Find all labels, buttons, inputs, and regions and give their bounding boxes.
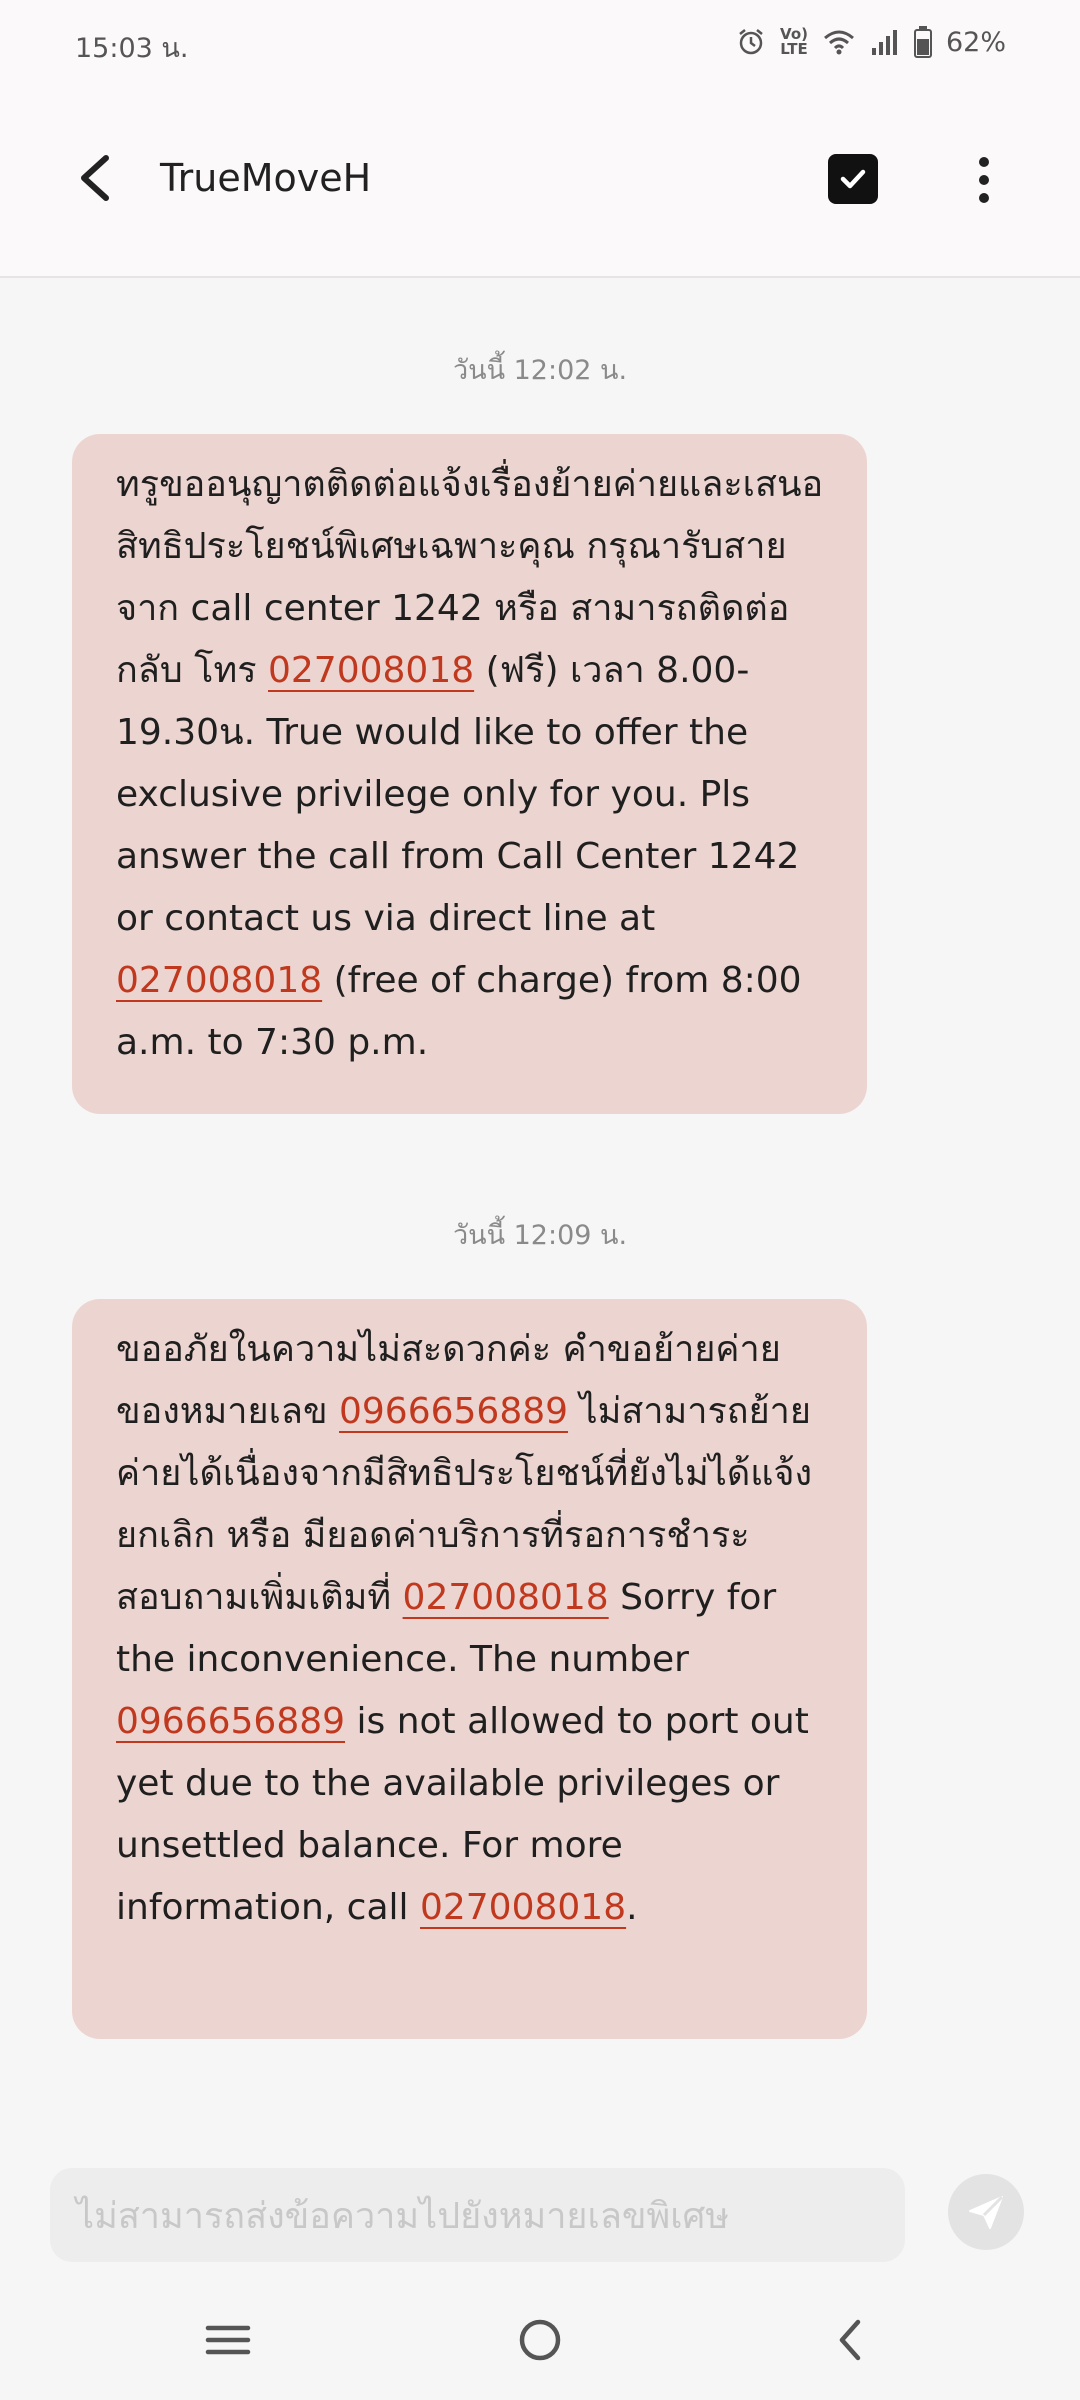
- phone-link[interactable]: 0966656889: [116, 1701, 345, 1742]
- home-icon: [519, 2319, 561, 2361]
- message-text-segment: .: [626, 1887, 638, 1928]
- send-button[interactable]: [948, 2174, 1024, 2250]
- phone-link[interactable]: 0966656889: [339, 1391, 568, 1432]
- nav-back-button[interactable]: [824, 2312, 880, 2368]
- send-icon: [969, 2195, 1004, 2229]
- phone-link[interactable]: 027008018: [403, 1577, 609, 1618]
- signal-icon: [870, 28, 900, 56]
- conversation-header: TrueMoveH: [0, 88, 1080, 278]
- message-input[interactable]: ไม่สามารถส่งข้อความไปยังหมายเลขพิเศษ: [50, 2168, 905, 2262]
- checkbox-icon: [840, 169, 866, 189]
- status-icons: Vo) LTE 62%: [736, 22, 1006, 62]
- composer: ไม่สามารถส่งข้อความไปยังหมายเลขพิเศษ: [0, 2152, 1080, 2276]
- recent-apps-button[interactable]: [200, 2312, 256, 2368]
- select-button[interactable]: [828, 154, 878, 204]
- messaging-screen: 15:03 น. Vo) LTE 62% TrueMoveH วันนี้ 12…: [0, 0, 1080, 2400]
- contact-name: TrueMoveH: [160, 156, 372, 200]
- phone-link[interactable]: 027008018: [268, 650, 474, 691]
- volte-icon: Vo) LTE: [780, 27, 808, 57]
- message-timestamp: วันนี้ 12:09 น.: [452, 1220, 628, 1251]
- alarm-icon: [736, 27, 766, 57]
- phone-link[interactable]: 027008018: [116, 960, 322, 1001]
- home-button[interactable]: [512, 2312, 568, 2368]
- back-button[interactable]: [70, 150, 126, 206]
- wifi-icon: [822, 28, 856, 56]
- back-arrow-icon: [81, 155, 109, 201]
- recent-apps-icon: [205, 2325, 251, 2355]
- phone-link[interactable]: 027008018: [420, 1887, 626, 1928]
- message-text-segment: (ฟรี) เวลา 8.00-19.30น. True would like …: [116, 650, 800, 939]
- more-options-button[interactable]: [960, 154, 1008, 206]
- message-bubble[interactable]: ทรูขออนุญาตติดต่อแจ้งเรื่องย้ายค่ายและเส…: [72, 434, 867, 1114]
- message-timestamp: วันนี้ 12:02 น.: [452, 355, 628, 386]
- back-icon: [839, 2319, 861, 2361]
- battery-icon: [913, 26, 932, 58]
- message-text: ทรูขออนุญาตติดต่อแจ้งเรื่องย้ายค่ายและเส…: [116, 454, 833, 1074]
- message-bubble[interactable]: ขออภัยในความไม่สะดวกค่ะ คำขอย้ายค่ายของห…: [72, 1299, 867, 2039]
- volte-text-bottom: LTE: [780, 40, 808, 58]
- message-list[interactable]: วันนี้ 12:02 น. ทรูขออนุญาตติดต่อแจ้งเรื…: [0, 280, 1080, 2150]
- status-time: 15:03 น.: [75, 33, 189, 64]
- message-text: ขออภัยในความไม่สะดวกค่ะ คำขอย้ายค่ายของห…: [116, 1319, 833, 1939]
- more-vert-icon: [979, 157, 989, 203]
- status-bar: 15:03 น. Vo) LTE 62%: [0, 0, 1080, 88]
- battery-percent: 62%: [945, 26, 1006, 58]
- navigation-bar: [0, 2276, 1080, 2400]
